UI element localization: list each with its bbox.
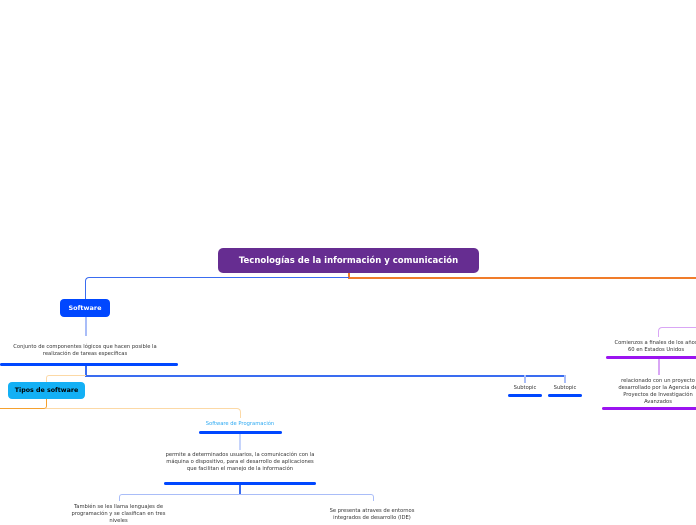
connector (564, 375, 566, 383)
connector (0, 399, 47, 409)
connector (85, 317, 87, 336)
connector (46, 408, 241, 418)
programacion-topic[interactable]: Software de Programación (180, 421, 300, 428)
underline (508, 394, 542, 397)
tipos-label: Tipos de software (14, 387, 79, 394)
underline (606, 356, 696, 359)
software-description[interactable]: Conjunto de componentes lógicos que hace… (5, 344, 165, 358)
tipos-topic[interactable]: Tipos de software (8, 382, 85, 399)
connector (239, 485, 241, 494)
underline (548, 394, 582, 397)
lenguajes-item[interactable]: También se les llama lenguajes de progra… (66, 504, 171, 525)
programacion-description[interactable]: permite a determinados usuarios, la comu… (164, 452, 316, 473)
software-label: Software (68, 304, 102, 312)
connector (348, 277, 696, 279)
underline (164, 482, 316, 485)
root-topic[interactable]: Tecnologías de la información y comunica… (218, 248, 479, 273)
subtopic-1[interactable]: Subtopic (505, 385, 545, 392)
connector (658, 359, 660, 375)
underline (199, 431, 282, 434)
connector (119, 494, 374, 501)
internet-item-2[interactable]: relacionado con un proyecto desarrollado… (612, 378, 696, 406)
connector (658, 327, 696, 337)
connector (524, 375, 526, 383)
root-title: Tecnologías de la información y comunica… (238, 255, 459, 266)
internet-item-1[interactable]: Comienzos a finales de los años 60 en Es… (612, 340, 696, 354)
underline (602, 407, 696, 410)
connector (85, 375, 565, 377)
connector (85, 277, 349, 299)
connector (239, 434, 241, 450)
software-topic[interactable]: Software (60, 299, 110, 317)
underline (0, 363, 178, 366)
subtopic-2[interactable]: Subtopic (545, 385, 585, 392)
